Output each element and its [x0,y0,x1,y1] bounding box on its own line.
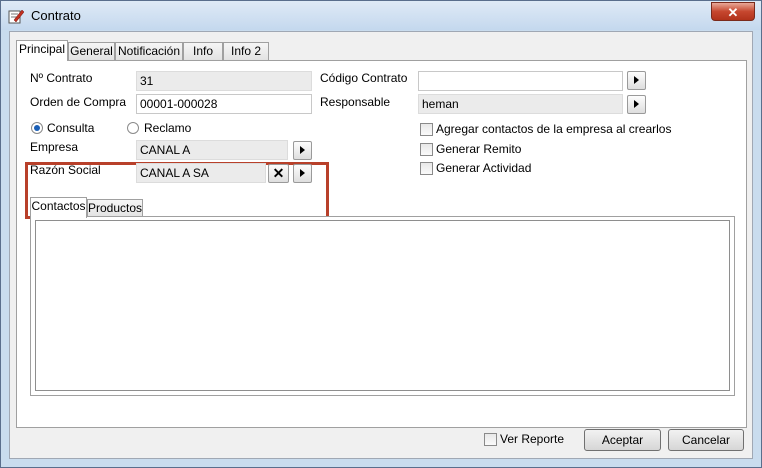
responsable-label: Responsable [320,95,391,109]
agregar-contactos-label: Agregar contactos de la empresa al crear… [436,122,672,136]
close-icon: ✕ [272,165,285,181]
ver-reporte-checkbox[interactable] [484,433,497,446]
orden-compra-field[interactable]: 00001-000028 [136,94,312,114]
codigo-contrato-label: Código Contrato [320,71,408,85]
reclamo-radio-label: Reclamo [144,121,192,135]
razon-social-clear-button[interactable]: ✕ [268,164,289,183]
consulta-radio[interactable] [31,122,43,134]
close-button[interactable]: ✕ [711,2,755,21]
tab-principal[interactable]: Principal [16,40,68,61]
contactos-panel [30,216,735,396]
razon-social-label: Razón Social [30,163,101,177]
orden-compra-label: Orden de Compra [30,95,127,109]
close-icon: ✕ [727,5,739,20]
aceptar-button[interactable]: Aceptar [584,429,661,451]
empresa-label: Empresa [30,140,79,154]
generar-actividad-checkbox[interactable] [420,162,433,175]
responsable-lookup-button[interactable] [627,95,646,114]
contactos-list[interactable] [35,220,730,391]
responsable-field[interactable]: heman [418,94,623,114]
reclamo-radio[interactable] [127,122,139,134]
tab-notificacion[interactable]: Notificación [115,42,183,60]
generar-remito-checkbox[interactable] [420,143,433,156]
contrato-window: Contrato ✕ Principal General Notificació… [0,0,762,468]
title-bar[interactable]: Contrato ✕ [1,1,761,30]
generar-actividad-label: Generar Actividad [436,161,532,175]
razon-social-lookup-button[interactable] [293,164,312,183]
dialog-body: Principal General Notificación Info Info… [9,31,753,459]
ver-reporte-label: Ver Reporte [500,432,565,446]
contrato-label: Nº Contrato [30,71,93,85]
contrato-field[interactable]: 31 [136,71,312,91]
codigo-contrato-lookup-button[interactable] [627,71,646,90]
tab-info-2[interactable]: Info 2 [223,42,269,60]
codigo-contrato-field[interactable] [418,71,623,91]
principal-panel: Nº Contrato 31 Orden de Compra 00001-000… [16,60,747,428]
tab-contactos[interactable]: Contactos [30,197,87,218]
window-title: Contrato [31,8,81,23]
consulta-radio-label: Consulta [47,121,95,135]
empresa-lookup-button[interactable] [293,141,312,160]
contract-edit-icon [8,9,24,24]
tab-general[interactable]: General [68,42,115,60]
tab-info[interactable]: Info [183,42,223,60]
tab-productos[interactable]: Productos [87,199,143,217]
razon-social-field[interactable]: CANAL A SA [136,163,266,183]
generar-remito-label: Generar Remito [436,142,522,156]
empresa-field[interactable]: CANAL A [136,140,288,160]
agregar-contactos-checkbox[interactable] [420,123,433,136]
cancelar-button[interactable]: Cancelar [668,429,744,451]
